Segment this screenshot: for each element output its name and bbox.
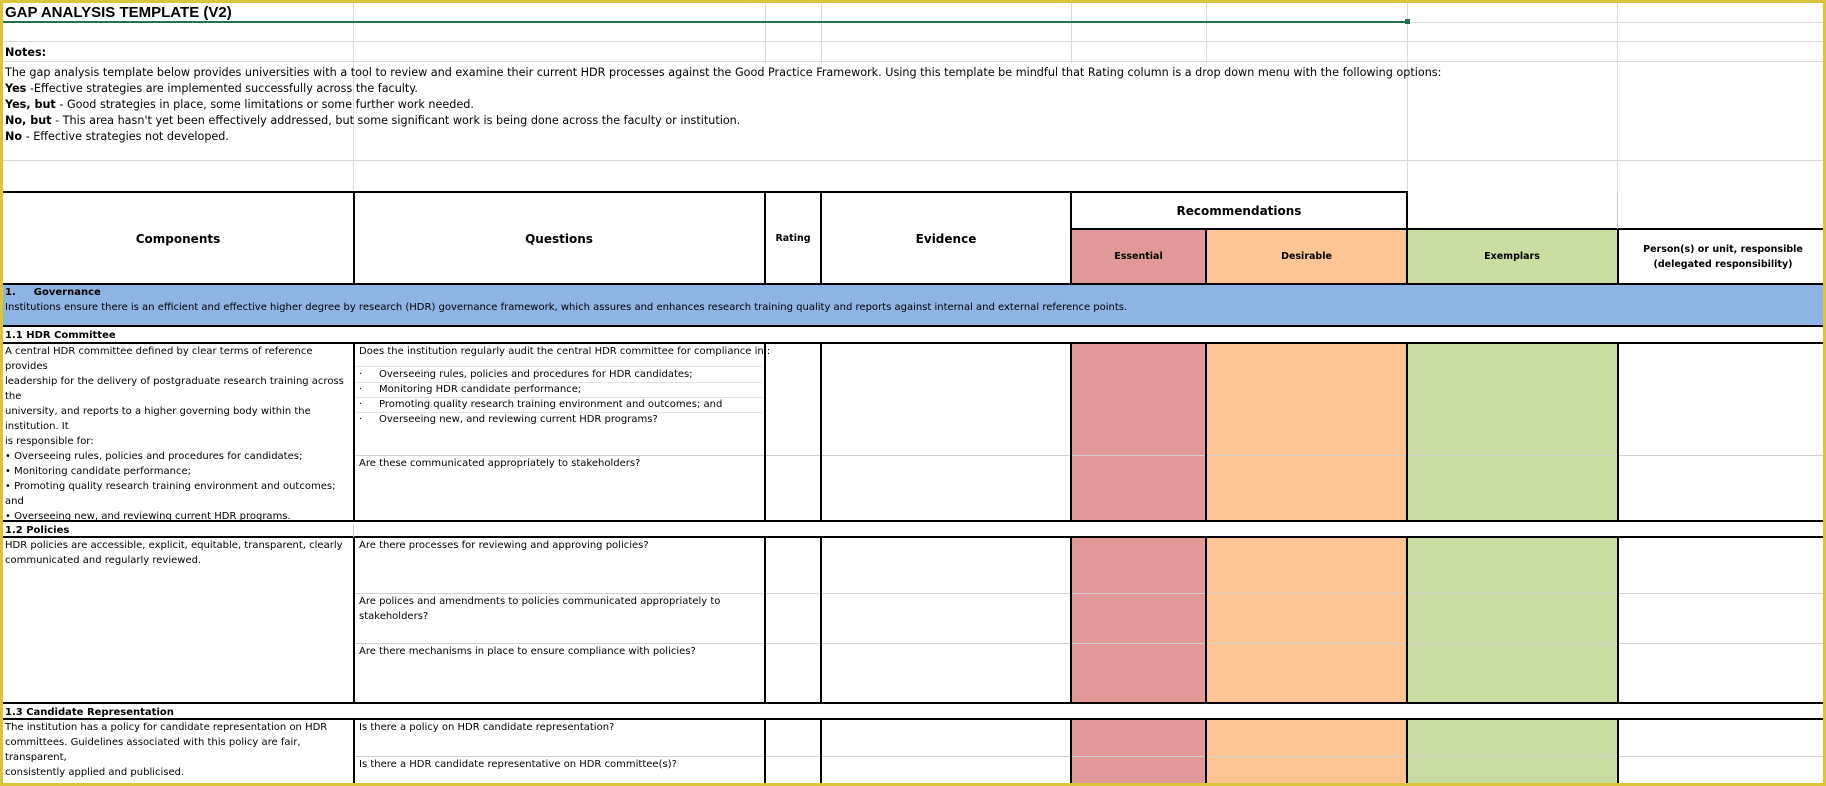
table-border xyxy=(353,191,355,285)
question-bullet: · xyxy=(359,384,363,395)
question-bullet-text: Overseeing rules, policies and procedure… xyxy=(379,369,693,380)
question-bullet-text: Promoting quality research training envi… xyxy=(379,399,723,410)
notes-option-no-but: No, but - This area hasn't yet been effe… xyxy=(5,114,741,127)
table-border xyxy=(1617,342,1619,522)
question-1-1-communicated[interactable]: Are these communicated appropriately to … xyxy=(359,456,640,471)
grid-line xyxy=(1617,3,1618,191)
header-components: Components xyxy=(135,231,221,246)
desirable-cell[interactable] xyxy=(1206,719,1407,783)
table-border xyxy=(3,718,1823,720)
table-border xyxy=(3,702,1823,704)
table-border xyxy=(820,718,822,783)
subsection-1-1-component[interactable]: A central HDR committee defined by clear… xyxy=(5,344,351,524)
grid-line xyxy=(3,41,1823,42)
section-1-description: Institutions ensure there is an efficien… xyxy=(5,302,1128,313)
table-border xyxy=(1617,536,1619,704)
table-border xyxy=(1070,536,1072,704)
table-border xyxy=(1406,718,1408,783)
subsection-1-1-title: 1.1 HDR Committee xyxy=(5,330,116,341)
question-bullet: · xyxy=(359,369,363,380)
notes-label: Notes: xyxy=(5,46,47,59)
table-border xyxy=(1205,228,1207,285)
notes-intro: The gap analysis template below provides… xyxy=(5,66,1442,79)
grid-line xyxy=(3,160,1823,161)
question-bullet: · xyxy=(359,399,363,410)
grid-line xyxy=(765,3,766,63)
table-border xyxy=(1070,342,1072,522)
header-desirable: Desirable xyxy=(1281,251,1332,262)
essential-cell[interactable] xyxy=(1071,343,1206,521)
table-border xyxy=(3,342,1823,344)
cell-fill-handle[interactable] xyxy=(1405,19,1410,24)
header-responsible: Person(s) or unit, responsible (delegate… xyxy=(1643,243,1803,270)
table-border xyxy=(1617,718,1619,783)
table-border xyxy=(1406,536,1408,704)
desirable-cell[interactable] xyxy=(1206,537,1407,703)
header-evidence: Evidence xyxy=(915,231,977,246)
subsection-1-2-component[interactable]: HDR policies are accessible, explicit, e… xyxy=(5,538,351,568)
grid-line xyxy=(1617,191,1618,229)
table-border xyxy=(1205,536,1207,704)
exemplars-cell[interactable] xyxy=(1407,719,1617,783)
table-border xyxy=(1070,718,1072,783)
table-border xyxy=(3,325,1823,327)
table-border xyxy=(764,342,766,522)
essential-cell[interactable] xyxy=(1071,537,1206,703)
question-bullet-text: Overseeing new, and reviewing current HD… xyxy=(379,414,658,425)
sheet-title[interactable]: GAP ANALYSIS TEMPLATE (V2) xyxy=(5,3,232,22)
table-border xyxy=(1205,718,1207,783)
header-exemplars: Exemplars xyxy=(1484,251,1540,262)
question-1-3-representative[interactable]: Is there a HDR candidate representative … xyxy=(359,757,677,772)
table-border xyxy=(353,342,355,522)
table-border xyxy=(3,520,1823,522)
grid-line xyxy=(1407,3,1408,191)
table-border xyxy=(353,536,355,704)
subsection-1-3-component[interactable]: The institution has a policy for candida… xyxy=(5,720,351,780)
table-border xyxy=(1406,191,1408,285)
grid-line xyxy=(3,61,1823,62)
question-1-2-review[interactable]: Are there processes for reviewing and ap… xyxy=(359,538,649,553)
table-border xyxy=(1070,191,1072,285)
desirable-cell[interactable] xyxy=(1206,343,1407,521)
question-1-2-amendments[interactable]: Are polices and amendments to policies c… xyxy=(359,594,720,624)
exemplars-cell[interactable] xyxy=(1407,343,1617,521)
grid-line xyxy=(1071,3,1072,63)
header-essential: Essential xyxy=(1114,251,1163,262)
grid-line xyxy=(1206,3,1207,63)
table-border xyxy=(353,718,355,783)
essential-cell[interactable] xyxy=(1071,719,1206,783)
spreadsheet-sheet: GAP ANALYSIS TEMPLATE (V2) Notes: The ga… xyxy=(0,0,1826,786)
header-recommendations: Recommendations xyxy=(1176,204,1302,218)
notes-option-yes-but: Yes, but - Good strategies in place, som… xyxy=(5,98,474,111)
table-border xyxy=(1071,228,1823,230)
table-border xyxy=(1617,228,1619,285)
exemplars-cell[interactable] xyxy=(1407,537,1617,703)
notes-option-yes: Yes -Effective strategies are implemente… xyxy=(5,82,418,95)
grid-line xyxy=(821,3,822,63)
table-border xyxy=(820,191,822,285)
header-rating: Rating xyxy=(775,233,811,244)
grid-line xyxy=(353,525,354,537)
table-border xyxy=(1205,342,1207,522)
question-1-3-policy[interactable]: Is there a policy on HDR candidate repre… xyxy=(359,720,614,735)
question-1-2-compliance[interactable]: Are there mechanisms in place to ensure … xyxy=(359,644,696,659)
question-bullet: · xyxy=(359,414,363,425)
question-bullet-text: Monitoring HDR candidate performance; xyxy=(379,384,582,395)
table-border xyxy=(3,191,1407,193)
question-1-1-audit[interactable]: Does the institution regularly audit the… xyxy=(359,344,770,359)
table-border xyxy=(764,536,766,704)
section-1-heading: 1. Governance xyxy=(5,287,101,298)
table-border xyxy=(1406,342,1408,522)
notes-option-no: No - Effective strategies not developed. xyxy=(5,130,229,143)
header-questions: Questions xyxy=(525,231,593,246)
table-border xyxy=(820,536,822,704)
table-border xyxy=(764,191,766,285)
table-border xyxy=(764,718,766,783)
table-border xyxy=(820,342,822,522)
table-border xyxy=(3,536,1823,538)
table-border xyxy=(3,283,1823,285)
